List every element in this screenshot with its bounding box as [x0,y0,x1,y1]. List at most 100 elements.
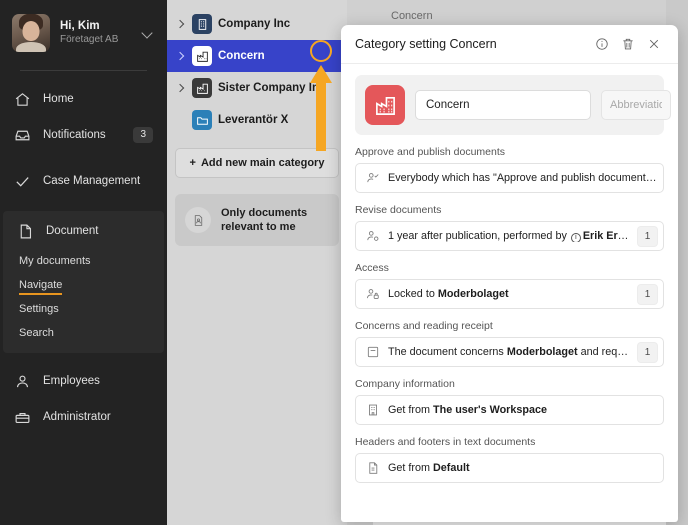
user-greeting: Hi, Kim [60,20,100,33]
tree-row-label: Company Inc [218,18,291,30]
sidebar-item-case-management-label: Case Management [43,175,141,187]
folder-icon [192,110,212,130]
sidebar-item-notifications-label: Notifications [43,129,106,141]
file-icon [365,461,380,476]
user-profile-button[interactable]: Hi, Kim Företaget AB [0,0,167,62]
sidebar-item-case-management[interactable]: Case Management [0,163,167,199]
sidebar-subitem-navigate[interactable]: Navigate [19,275,63,295]
factory-icon [192,78,212,98]
building-icon [192,14,212,34]
sidebar: Hi, Kim Företaget AB Home Notifications … [0,0,167,525]
sidebar-item-document-label: Document [46,225,99,237]
close-icon[interactable] [643,33,665,55]
field-value-bold: Moderbolaget [437,288,509,300]
field-value: Get from The user's Workspace [388,404,658,416]
field-value: Get from Default [388,462,658,474]
field-value-prefix: 1 year after publication, performed by [388,230,570,242]
chevron-right-icon[interactable] [175,19,186,30]
trash-icon[interactable] [617,33,639,55]
chevron-right-icon[interactable] [175,51,186,62]
only-relevant-documents-label: Only documents relevant to me [221,206,308,233]
factory-icon [192,46,212,66]
person-icon [14,373,31,390]
sidebar-divider [20,70,147,71]
field-value-box[interactable]: 1 year after publication, performed by i… [355,221,664,251]
abbreviation-input[interactable] [601,90,671,120]
field-label: Company information [355,378,455,390]
tree-row-label: Sister Company Inc [218,82,326,94]
person-check-icon [365,171,380,186]
count-chip[interactable]: 1 [637,225,658,247]
field-value-bold: Moderbolaget [506,346,578,358]
field-value-box[interactable]: The document concerns Moderbolaget and r… [355,337,664,367]
sidebar-item-employees[interactable]: Employees [0,363,167,399]
inbox-icon [14,127,31,144]
category-tree-panel: Company Inc Concern Sister Company Inc L… [167,0,518,525]
field-label: Access [355,262,389,274]
avatar [12,14,50,52]
chevron-down-icon[interactable] [141,26,155,40]
count-chip[interactable]: 1 [637,283,658,305]
box-icon [365,345,380,360]
field-value: Everybody which has "Approve and publish… [388,172,658,184]
field-value: 1 year after publication, performed by i… [388,230,629,242]
field-company-information: Company information Get from The user's … [355,378,664,425]
person-gear-icon [365,229,380,244]
field-approve-and-publish: Approve and publish documents Everybody … [355,146,664,193]
field-value-prefix: Locked to [388,288,438,300]
building-small-icon [365,403,380,418]
tree-row-label: Leverantör X [218,114,289,126]
field-value-suffix: and require readin… [580,346,629,358]
tree-row[interactable]: Sister Company Inc [167,72,347,104]
chevron-right-icon[interactable] [175,83,186,94]
field-value-prefix: Get from [388,462,433,474]
sidebar-subitem-settings[interactable]: Settings [3,299,59,319]
tree-row-label: Concern [218,50,265,62]
sidebar-item-document[interactable]: Document [3,213,164,249]
sidebar-subitem-search[interactable]: Search [3,323,54,343]
home-icon [14,91,31,108]
sidebar-item-home-label: Home [43,93,74,105]
field-label: Headers and footers in text documents [355,436,536,448]
add-new-main-category-label: Add new main category [200,157,325,169]
tree-row-concern[interactable]: Concern [167,40,347,72]
field-value-box[interactable]: Get from Default [355,453,664,483]
tree-row[interactable]: Leverantör X [167,104,347,136]
sidebar-item-notifications[interactable]: Notifications 3 [0,117,167,153]
info-small-icon: i [570,232,581,242]
field-value-bold: Erik Eriksson [582,230,629,242]
field-label: Concerns and reading receipt [355,320,493,332]
category-name-card [355,75,671,135]
field-value: The document concerns Moderbolaget and r… [388,346,629,358]
tree-row[interactable]: Company Inc [167,8,347,40]
dialog-title: Category setting Concern [355,37,497,51]
field-value-prefix: Get from [388,404,433,416]
field-access: Access Locked to Moderbolaget 1 [355,262,664,309]
field-revise-documents: Revise documents 1 year after publicatio… [355,204,664,251]
only-relevant-documents-row[interactable]: Only documents relevant to me [175,194,339,246]
field-label: Approve and publish documents [355,146,506,158]
dialog-header: Category setting Concern [341,25,678,64]
category-setting-dialog: Category setting Concern Approve an [341,25,678,522]
field-value-box[interactable]: Get from The user's Workspace [355,395,664,425]
sidebar-subitem-my-documents[interactable]: My documents [3,251,91,271]
document-person-icon [185,207,211,233]
count-chip[interactable]: 1 [637,341,658,363]
field-value: Locked to Moderbolaget [388,288,629,300]
field-value-box[interactable]: Locked to Moderbolaget 1 [355,279,664,309]
check-icon [14,173,31,190]
user-org: Företaget AB [60,34,119,46]
plus-icon: + [189,157,196,169]
sidebar-item-administrator[interactable]: Administrator [0,399,167,435]
info-icon[interactable] [591,33,613,55]
category-name-input[interactable] [415,90,591,120]
dialog-body: Approve and publish documents Everybody … [341,64,678,522]
field-value-prefix: The document concerns [388,346,507,358]
toolbox-icon [14,409,31,426]
sidebar-group-document: Document My documents Navigate Settings … [3,211,164,353]
add-new-main-category-button[interactable]: + Add new main category [175,148,339,178]
factory-icon [365,85,405,125]
person-lock-icon [365,287,380,302]
field-value-box[interactable]: Everybody which has "Approve and publish… [355,163,664,193]
sidebar-item-home[interactable]: Home [0,81,167,117]
